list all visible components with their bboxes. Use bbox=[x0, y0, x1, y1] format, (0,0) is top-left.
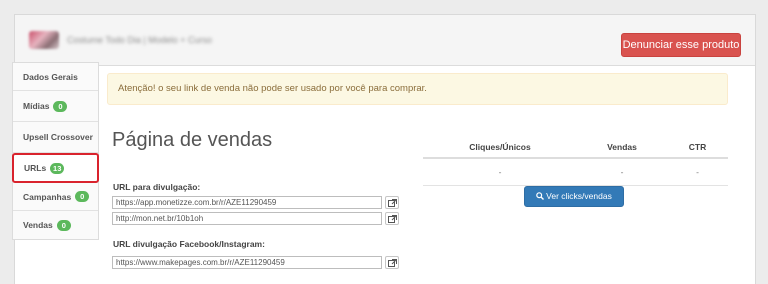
url-label: URL para divulgação: bbox=[113, 182, 201, 192]
page-title: Página de vendas bbox=[112, 129, 273, 151]
column-ctr: CTR bbox=[688, 142, 707, 152]
sidebar-item-vendas[interactable]: Vendas 0 bbox=[13, 211, 98, 239]
external-link-icon bbox=[388, 259, 397, 267]
open-facebook-url-button[interactable] bbox=[385, 256, 399, 269]
column-clicks: Cliques/Únicos bbox=[469, 142, 531, 152]
short-url-field[interactable] bbox=[112, 212, 382, 225]
panel-header: Costume Todo Dia | Modelo + Curso Denunc… bbox=[15, 15, 755, 66]
sidebar-item-urls[interactable]: URLs 13 bbox=[12, 153, 99, 183]
sidebar-item-label: Mídias bbox=[23, 101, 50, 111]
count-badge: 0 bbox=[53, 100, 68, 112]
count-badge: 0 bbox=[75, 191, 90, 202]
ctr-value: - bbox=[696, 167, 699, 177]
sales-url-field[interactable] bbox=[112, 196, 382, 209]
stats-table: Cliques/Únicos Vendas CTR - - - bbox=[423, 137, 728, 186]
sidebar-item-label: Upsell Crossover bbox=[23, 132, 93, 142]
facebook-url-field[interactable] bbox=[112, 256, 382, 269]
sidebar-item-label: Dados Gerais bbox=[23, 71, 78, 82]
view-clicks-sales-button[interactable]: Ver clicks/vendas bbox=[524, 186, 624, 207]
open-short-url-button[interactable] bbox=[385, 212, 399, 225]
view-button-label: Ver clicks/vendas bbox=[546, 191, 612, 201]
table-row: - - - bbox=[423, 159, 728, 186]
open-url-button[interactable] bbox=[385, 196, 399, 209]
sidebar-item-label: Vendas bbox=[23, 220, 53, 230]
external-link-icon bbox=[388, 215, 397, 223]
zoom-icon bbox=[536, 192, 545, 200]
sales-value: - bbox=[620, 167, 624, 177]
sidebar-item-dados-gerais[interactable]: Dados Gerais bbox=[13, 63, 98, 91]
table-header: Cliques/Únicos Vendas CTR bbox=[423, 137, 728, 159]
sidebar-item-label: Campanhas bbox=[23, 191, 72, 202]
warning-alert: Atenção! o seu link de venda não pode se… bbox=[107, 73, 728, 105]
count-badge: 0 bbox=[56, 219, 71, 231]
sidebar: Dados Gerais Mídias 0 Upsell Crossover U… bbox=[12, 62, 99, 240]
sidebar-item-campanhas[interactable]: Campanhas 0 bbox=[13, 183, 98, 211]
clicks-value: - bbox=[498, 167, 502, 177]
report-product-button[interactable]: Denunciar esse produto bbox=[621, 33, 741, 57]
column-sales: Vendas bbox=[607, 142, 637, 152]
facebook-url-label: URL divulgação Facebook/Instagram: bbox=[113, 239, 265, 249]
alert-text: Atenção! o seu link de venda não pode se… bbox=[118, 83, 427, 94]
product-title: Costume Todo Dia | Modelo + Curso bbox=[67, 35, 212, 45]
product-logo bbox=[29, 31, 59, 49]
sidebar-item-midias[interactable]: Mídias 0 bbox=[13, 91, 98, 122]
count-badge: 13 bbox=[50, 162, 65, 174]
external-link-icon bbox=[388, 199, 397, 207]
sidebar-item-label: URLs bbox=[24, 163, 47, 173]
sidebar-item-upsell[interactable]: Upsell Crossover bbox=[13, 122, 98, 153]
